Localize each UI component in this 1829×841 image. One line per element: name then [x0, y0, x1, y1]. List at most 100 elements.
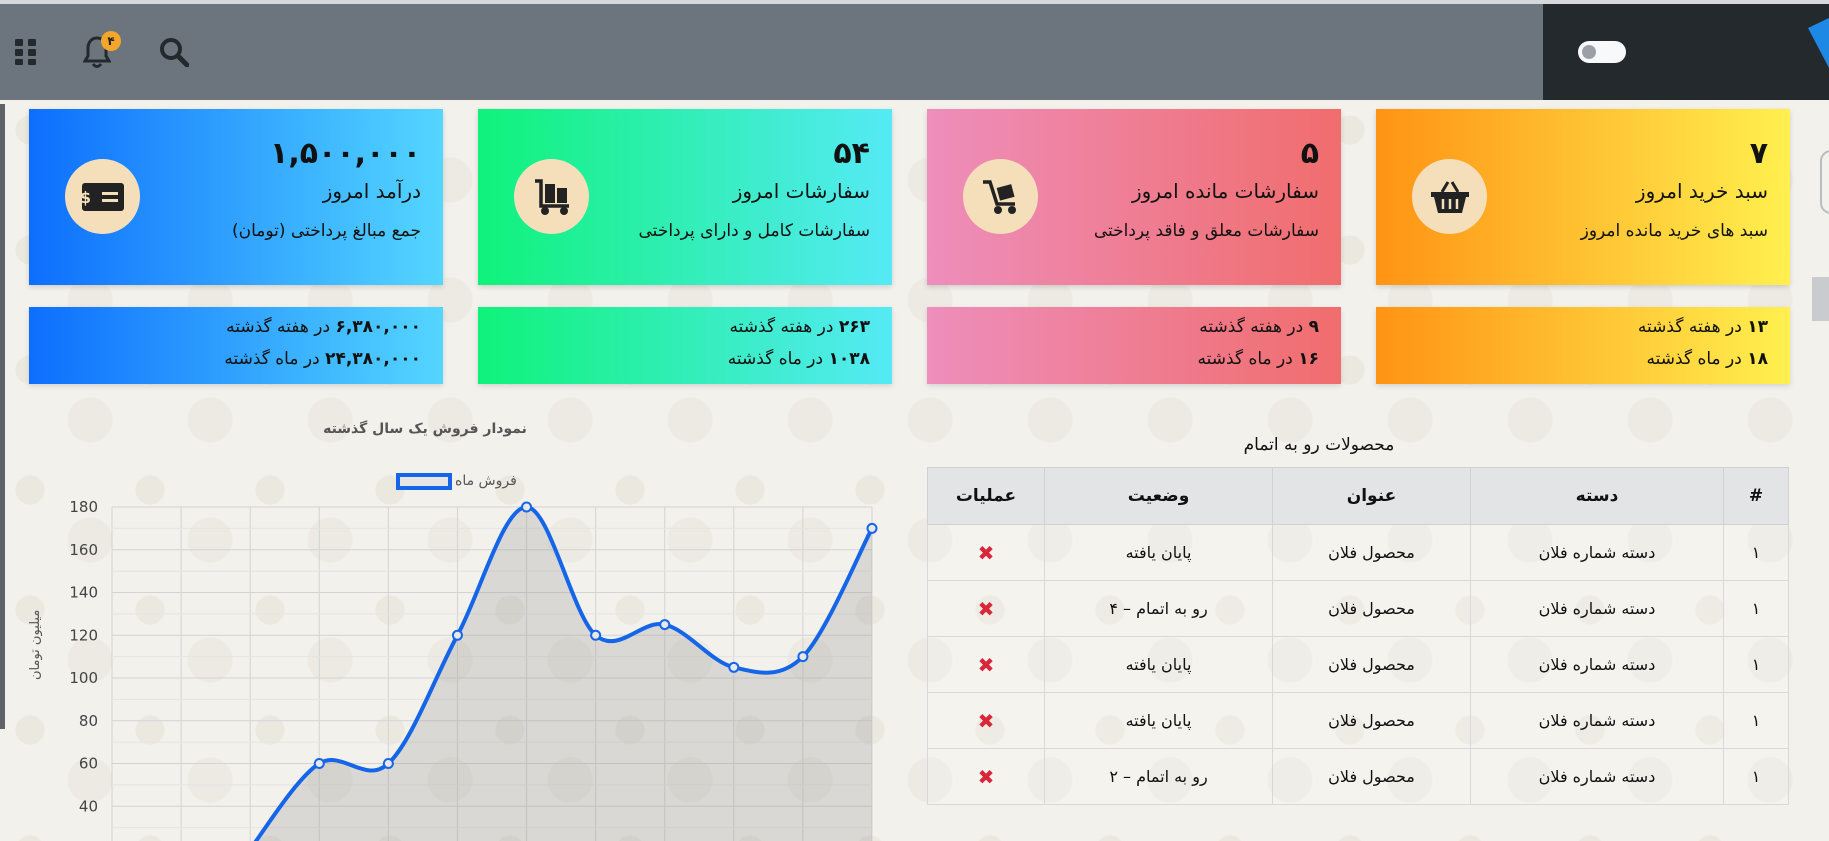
- data-point: [451, 629, 463, 641]
- card-title: سبد خرید امروز: [1635, 179, 1768, 203]
- cell-number: ۱: [1723, 636, 1789, 693]
- cell-category: دسته شماره فلان: [1470, 748, 1724, 805]
- weekly-line: ۱۳ در هفته گذشته: [1637, 317, 1768, 337]
- cell-status: پایان یافته: [1044, 636, 1273, 693]
- card-today-baskets[interactable]: ۷ سبد خرید امروز سبد های خرید مانده امرو…: [1376, 109, 1790, 285]
- cell-number: ۱: [1723, 524, 1789, 581]
- delete-icon[interactable]: ✖: [978, 653, 995, 677]
- card-description: جمع مبالغ پرداختی (تومان): [231, 221, 421, 241]
- subcard-pending-history: ۹ در هفته گذشته ۱۶ در ماه گذشته: [927, 307, 1341, 384]
- monthly-line: ۱۰۳۸ در ماه گذشته: [727, 349, 870, 369]
- card-pending-orders[interactable]: ۵ سفارشات مانده امروز سفارشات معلق و فاق…: [927, 109, 1341, 285]
- scrollbar-thumb[interactable]: [1812, 277, 1829, 321]
- legend-swatch[interactable]: [396, 473, 452, 490]
- cell-title: محصول فلان: [1272, 748, 1471, 805]
- subcard-baskets-history: ۱۳ در هفته گذشته ۱۸ در ماه گذشته: [1376, 307, 1790, 384]
- cell-title: محصول فلان: [1272, 636, 1471, 693]
- cell-status: رو به اتمام – ۲: [1044, 748, 1273, 805]
- avatar-edge: [1820, 150, 1829, 214]
- svg-text:$: $: [82, 188, 91, 207]
- col-header-number: #: [1723, 467, 1789, 525]
- col-header-actions: عملیات: [927, 467, 1045, 525]
- y-tick-label: 180: [69, 498, 98, 516]
- table-header-row: # دسته عنوان وضعیت عملیات: [927, 467, 1789, 525]
- cell-number: ۱: [1723, 580, 1789, 637]
- delete-icon[interactable]: ✖: [978, 765, 995, 789]
- table-row: ۱ دسته شماره فلان محصول فلان رو به اتمام…: [927, 748, 1789, 805]
- cell-title: محصول فلان: [1272, 692, 1471, 749]
- weekly-line: ۲۶۳ در هفته گذشته: [729, 317, 870, 337]
- trolley-icon: [514, 159, 589, 234]
- data-point: [797, 651, 809, 663]
- cell-category: دسته شماره فلان: [1470, 580, 1724, 637]
- money-icon: $: [65, 159, 140, 234]
- card-today-orders[interactable]: ۵۴ سفارشات امروز سفارشات کامل و دارای پر…: [478, 109, 892, 285]
- cell-number: ۱: [1723, 692, 1789, 749]
- top-navbar: [0, 4, 1543, 100]
- data-point: [313, 758, 325, 769]
- cell-category: دسته شماره فلان: [1470, 636, 1724, 693]
- card-description: سفارشات معلق و فاقد پرداختی: [1093, 221, 1319, 241]
- subcard-orders-history: ۲۶۳ در هفته گذشته ۱۰۳۸ در ماه گذشته: [478, 307, 892, 384]
- col-header-title: عنوان: [1272, 467, 1471, 525]
- legend-label: فروش ماه: [455, 473, 517, 489]
- delete-icon[interactable]: ✖: [978, 541, 995, 565]
- table-row: ۱ دسته شماره فلان محصول فلان پایان یافته…: [927, 692, 1789, 749]
- basket-icon: [1412, 159, 1487, 234]
- cell-title: محصول فلان: [1272, 524, 1471, 581]
- series-area: [250, 507, 872, 841]
- data-point: [382, 758, 394, 769]
- weekly-line: ۹ در هفته گذشته: [1199, 317, 1319, 337]
- toggle-knob: [1582, 45, 1596, 59]
- data-point: [866, 522, 878, 534]
- y-tick-label: 140: [69, 584, 98, 602]
- data-point: [659, 619, 671, 631]
- y-tick-label: 120: [69, 626, 98, 644]
- table-title: محصولات رو به اتمام: [1243, 435, 1395, 455]
- card-description: سبد های خرید مانده امروز: [1580, 221, 1768, 241]
- card-description: سفارشات کامل و دارای پرداختی: [638, 221, 870, 241]
- data-point: [728, 661, 740, 673]
- y-tick-label: 80: [79, 712, 98, 730]
- col-header-category: دسته: [1470, 467, 1724, 525]
- monthly-line: ۱۸ در ماه گذشته: [1646, 349, 1768, 369]
- y-tick-label: 60: [79, 755, 98, 773]
- card-title: درآمد امروز: [322, 179, 421, 203]
- search-icon[interactable]: [154, 32, 194, 72]
- low-stock-table: # دسته عنوان وضعیت عملیات ۱ دسته شماره ف…: [927, 467, 1789, 805]
- delete-icon[interactable]: ✖: [978, 709, 995, 733]
- table-row: ۱ دسته شماره فلان محصول فلان پایان یافته…: [927, 524, 1789, 581]
- apps-grid-icon[interactable]: [6, 32, 46, 72]
- card-number: ۷: [1749, 136, 1768, 171]
- y-tick-label: 160: [69, 541, 98, 559]
- weekly-line: ۶,۳۸۰,۰۰۰ در هفته گذشته: [226, 317, 421, 337]
- cell-actions: ✖: [927, 580, 1045, 637]
- cell-category: دسته شماره فلان: [1470, 524, 1724, 581]
- data-point: [521, 501, 533, 513]
- y-tick-label: 100: [69, 669, 98, 687]
- col-header-status: وضعیت: [1044, 467, 1273, 525]
- cell-status: پایان یافته: [1044, 692, 1273, 749]
- table-row: ۱ دسته شماره فلان محصول فلان رو به اتمام…: [927, 580, 1789, 637]
- cell-actions: ✖: [927, 524, 1045, 581]
- cell-title: محصول فلان: [1272, 580, 1471, 637]
- delete-icon[interactable]: ✖: [978, 597, 995, 621]
- card-number: ۵: [1300, 136, 1319, 171]
- monthly-line: ۲۴,۳۸۰,۰۰۰ در ماه گذشته: [224, 349, 421, 369]
- theme-toggle[interactable]: [1578, 41, 1626, 63]
- cart-icon: [963, 159, 1038, 234]
- cell-status: پایان یافته: [1044, 524, 1273, 581]
- notification-badge: ۴: [101, 31, 121, 51]
- cell-actions: ✖: [927, 692, 1045, 749]
- subcard-income-history: ۶,۳۸۰,۰۰۰ در هفته گذشته ۲۴,۳۸۰,۰۰۰ در ما…: [29, 307, 443, 384]
- cell-status: رو به اتمام – ۴: [1044, 580, 1273, 637]
- card-title: سفارشات امروز: [732, 179, 870, 203]
- chart-title: نمودار فروش یک سال گذشته: [323, 421, 527, 437]
- card-title: سفارشات مانده امروز: [1132, 179, 1319, 203]
- data-point: [590, 629, 602, 641]
- logo-icon: [1808, 18, 1829, 68]
- card-today-income[interactable]: ۱,۵۰۰,۰۰۰ درآمد امروز جمع مبالغ پرداختی …: [29, 109, 443, 285]
- sales-chart: 40 60 80 100 120 140 160 180: [69, 498, 878, 841]
- card-number: ۱,۵۰۰,۰۰۰: [270, 136, 421, 171]
- card-number: ۵۴: [833, 136, 870, 171]
